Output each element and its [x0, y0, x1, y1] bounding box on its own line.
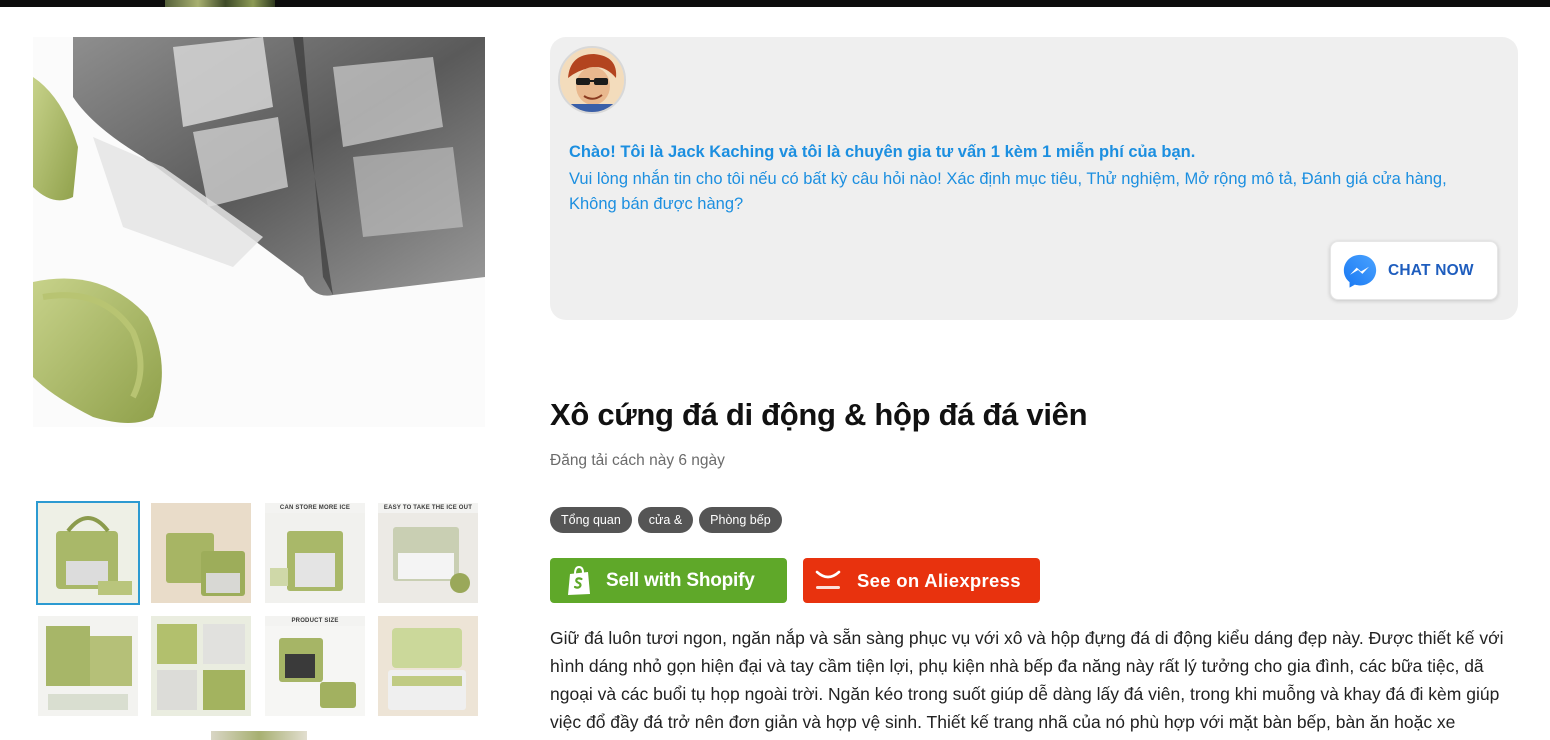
tag-kitchen[interactable]: Phòng bếp — [699, 507, 782, 533]
tag-list: Tổng quan cửa & Phòng bếp — [550, 507, 782, 533]
messenger-icon — [1343, 254, 1377, 288]
thumbnail-2[interactable] — [151, 503, 251, 603]
aliexpress-logo-icon — [815, 570, 841, 589]
tag-overview[interactable]: Tổng quan — [550, 507, 632, 533]
thumbnail-5[interactable] — [38, 616, 138, 716]
thumbnail-7[interactable]: PRODUCT SIZE — [265, 616, 365, 716]
chat-now-button[interactable]: CHAT NOW — [1330, 241, 1498, 300]
thumbnail-1[interactable] — [36, 501, 140, 605]
top-bar-image-fragment — [165, 0, 275, 7]
thumbnail-4[interactable]: EASY TO TAKE THE ICE OUT — [378, 503, 478, 603]
shopify-bag-icon — [568, 565, 590, 595]
thumbnail-6[interactable] — [151, 616, 251, 716]
posted-time: Đăng tải cách này 6 ngày — [550, 452, 725, 469]
product-title: Xô cứng đá di động & hộp đá đá viên — [550, 397, 1088, 432]
see-on-aliexpress-button[interactable]: See on Aliexpress — [803, 558, 1040, 603]
advisor-avatar — [558, 46, 626, 114]
thumbnail-3[interactable]: CAN STORE MORE ICE — [265, 503, 365, 603]
shopify-button-label: Sell with Shopify — [606, 569, 755, 591]
top-bar — [0, 0, 1550, 7]
thumbnail-9-partial[interactable] — [211, 731, 307, 740]
chat-heading: Chào! Tôi là Jack Kaching và tôi là chuy… — [569, 143, 1196, 161]
chat-advisor-card: Chào! Tôi là Jack Kaching và tôi là chuy… — [550, 37, 1518, 320]
chat-now-label: CHAT NOW — [1388, 261, 1474, 279]
thumbnail-8[interactable] — [378, 616, 478, 716]
chat-message: Vui lòng nhắn tin cho tôi nếu có bất kỳ … — [569, 170, 1447, 213]
tag-door[interactable]: cửa & — [637, 507, 694, 533]
main-product-image[interactable] — [33, 37, 485, 427]
aliexpress-button-label: See on Aliexpress — [857, 569, 1021, 591]
product-description: Giữ đá luôn tươi ngon, ngăn nắp và sẵn s… — [550, 628, 1504, 732]
sell-with-shopify-button[interactable]: Sell with Shopify — [550, 558, 787, 603]
